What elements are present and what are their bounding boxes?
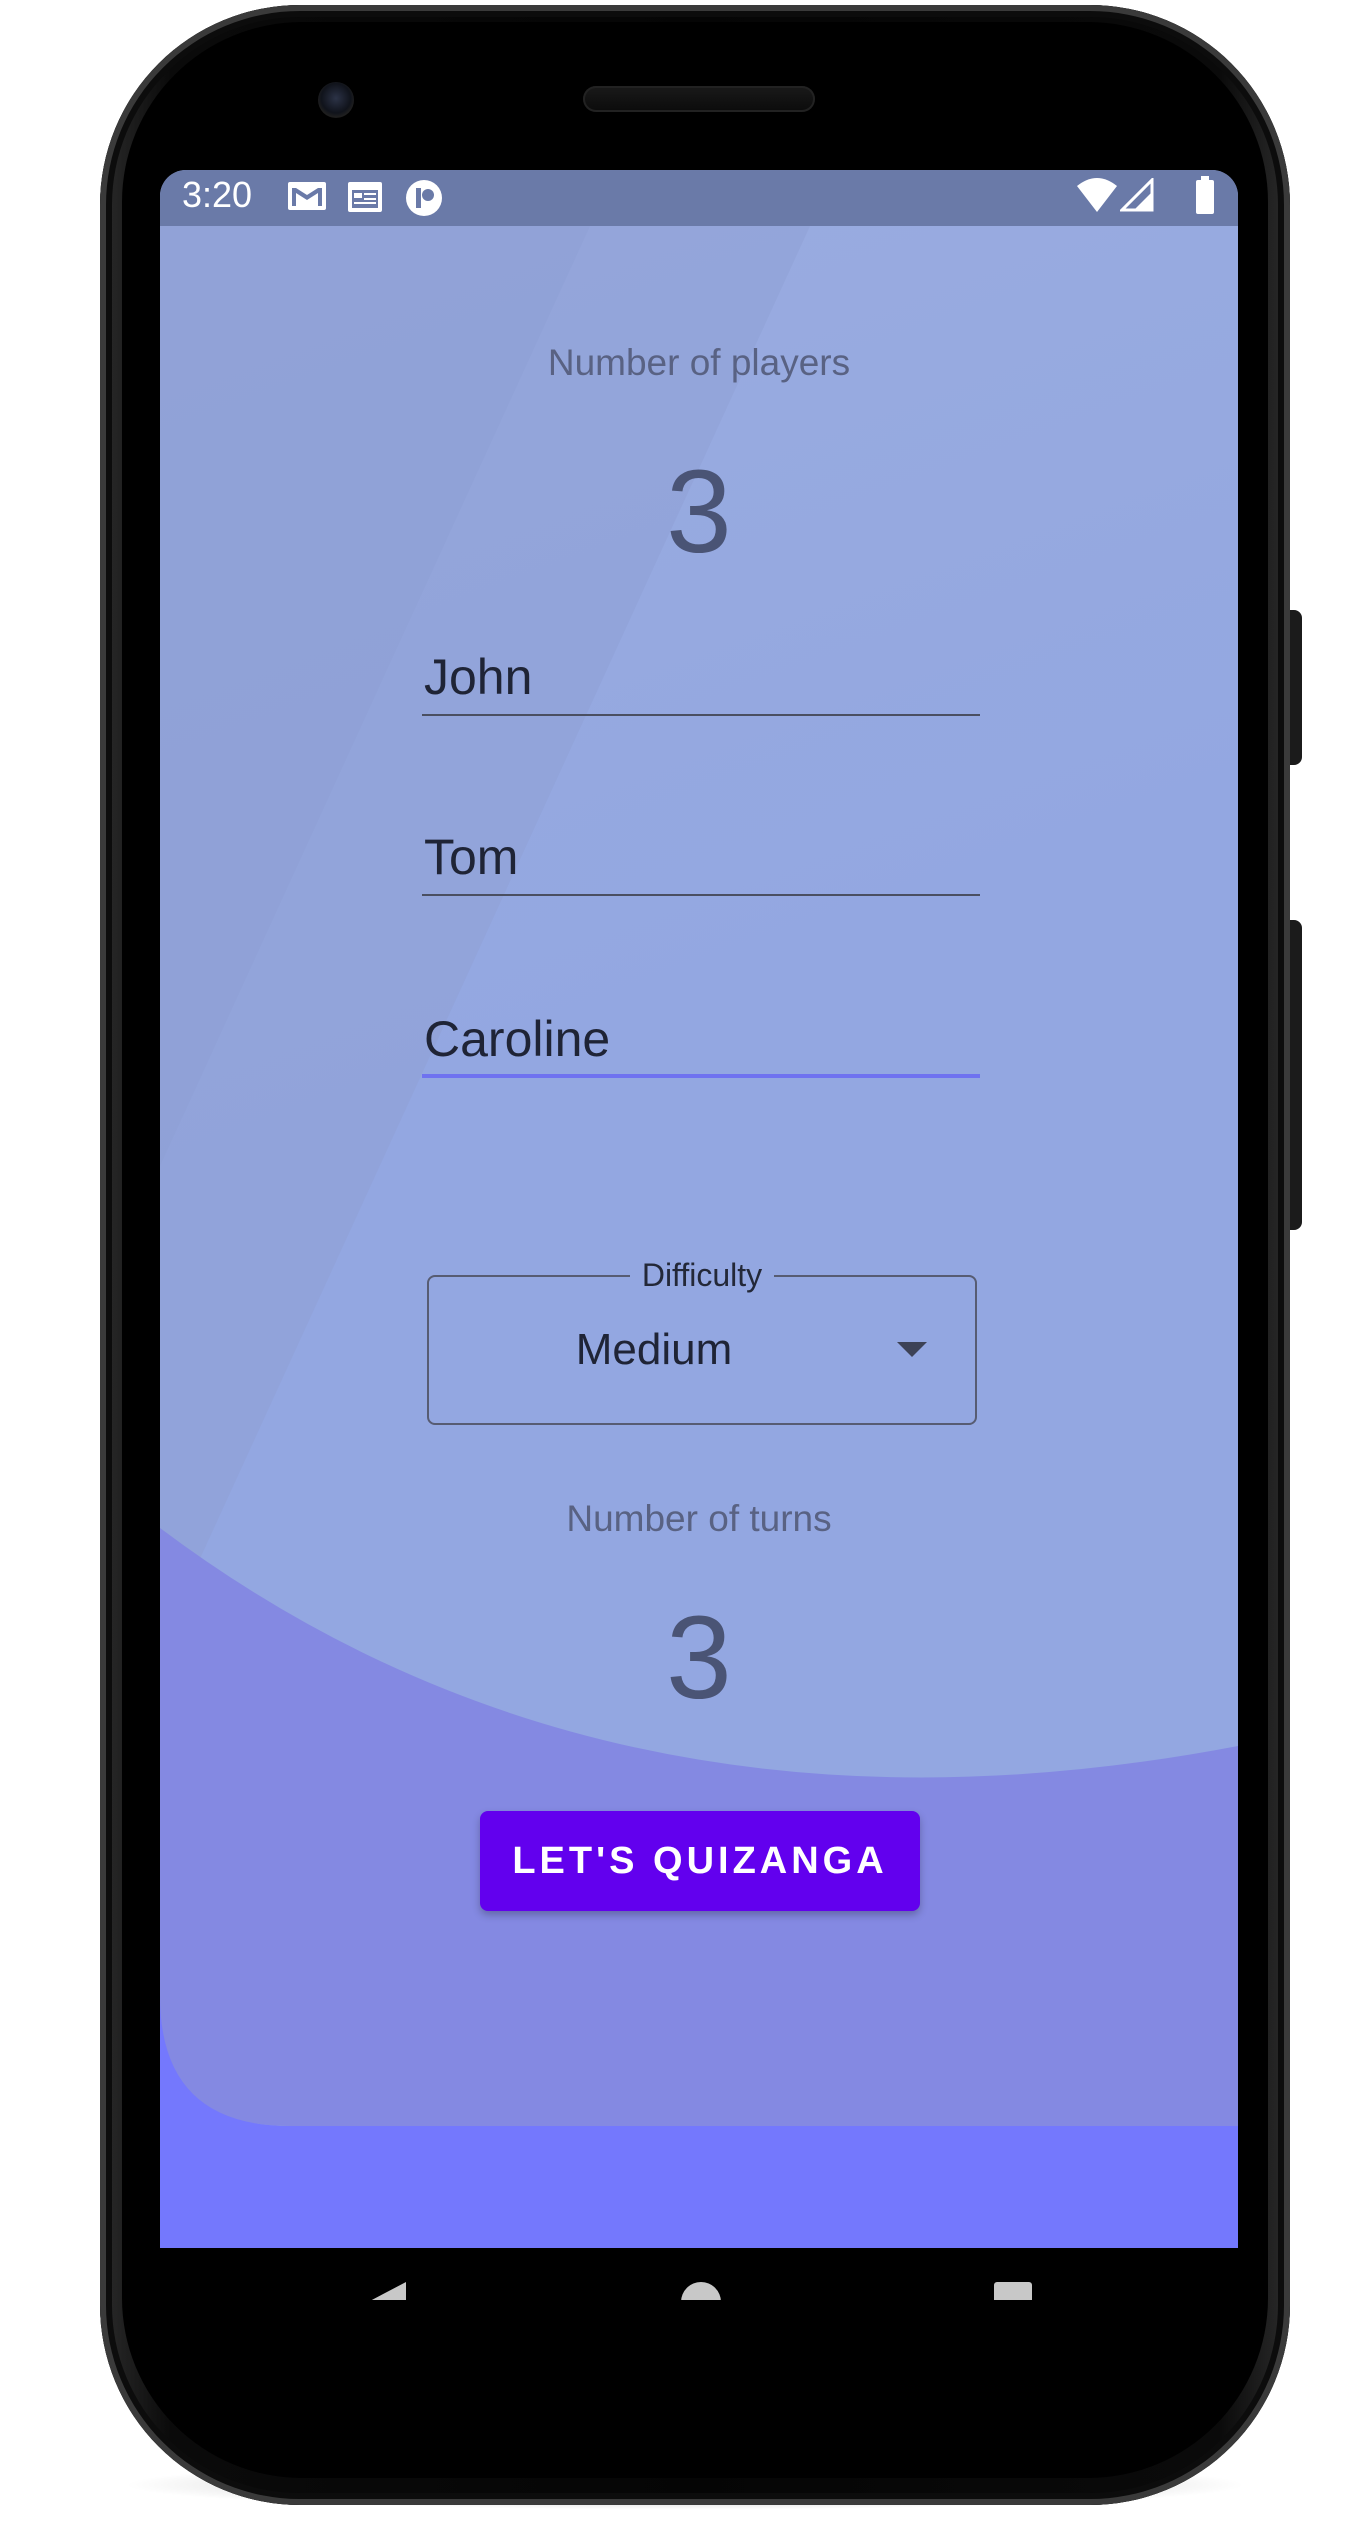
battery-icon (1194, 174, 1216, 220)
front-camera (318, 82, 354, 118)
calendar-icon (346, 178, 384, 218)
turns-count[interactable]: 3 (160, 1590, 1238, 1726)
power-button (1288, 920, 1302, 1230)
app-content: Number of players 3 John Tom Caroline Di… (160, 226, 1238, 2248)
player-name-field-1[interactable]: John (422, 646, 980, 716)
player-name-field-3[interactable]: Caroline (422, 1008, 980, 1078)
start-quiz-button[interactable]: LET'S QUIZANGA (480, 1811, 920, 1911)
status-time: 3:20 (182, 174, 253, 215)
app-notification-icon (404, 178, 444, 222)
players-label: Number of players (547, 342, 851, 383)
player-name-value: Tom (424, 829, 519, 885)
field-underline (422, 714, 980, 716)
field-underline (422, 894, 980, 896)
player-name-value: Caroline (424, 1011, 611, 1067)
difficulty-dropdown[interactable]: Difficulty Medium (427, 1255, 977, 1425)
cell-signal-icon (1118, 176, 1154, 216)
players-count[interactable]: 3 (160, 444, 1238, 580)
earpiece-speaker (583, 86, 815, 112)
player-name-value: John (424, 649, 533, 705)
field-underline-focused (422, 1074, 980, 1078)
device-chin (160, 2300, 1238, 2360)
player-name-field-2[interactable]: Tom (422, 826, 980, 896)
gmail-icon (286, 178, 328, 218)
wifi-icon (1075, 176, 1119, 218)
phone-screen: 3:20 Number of players 3 John Tom Caroli… (160, 170, 1238, 2248)
status-bar: 3:20 (160, 170, 1238, 226)
device-mockup: 3:20 Number of players 3 John Tom Caroli… (0, 0, 1370, 2534)
turns-label: Number of turns (566, 1498, 832, 1539)
difficulty-value: Medium (575, 1325, 733, 1374)
volume-button (1288, 610, 1302, 765)
chevron-down-icon (897, 1342, 927, 1357)
